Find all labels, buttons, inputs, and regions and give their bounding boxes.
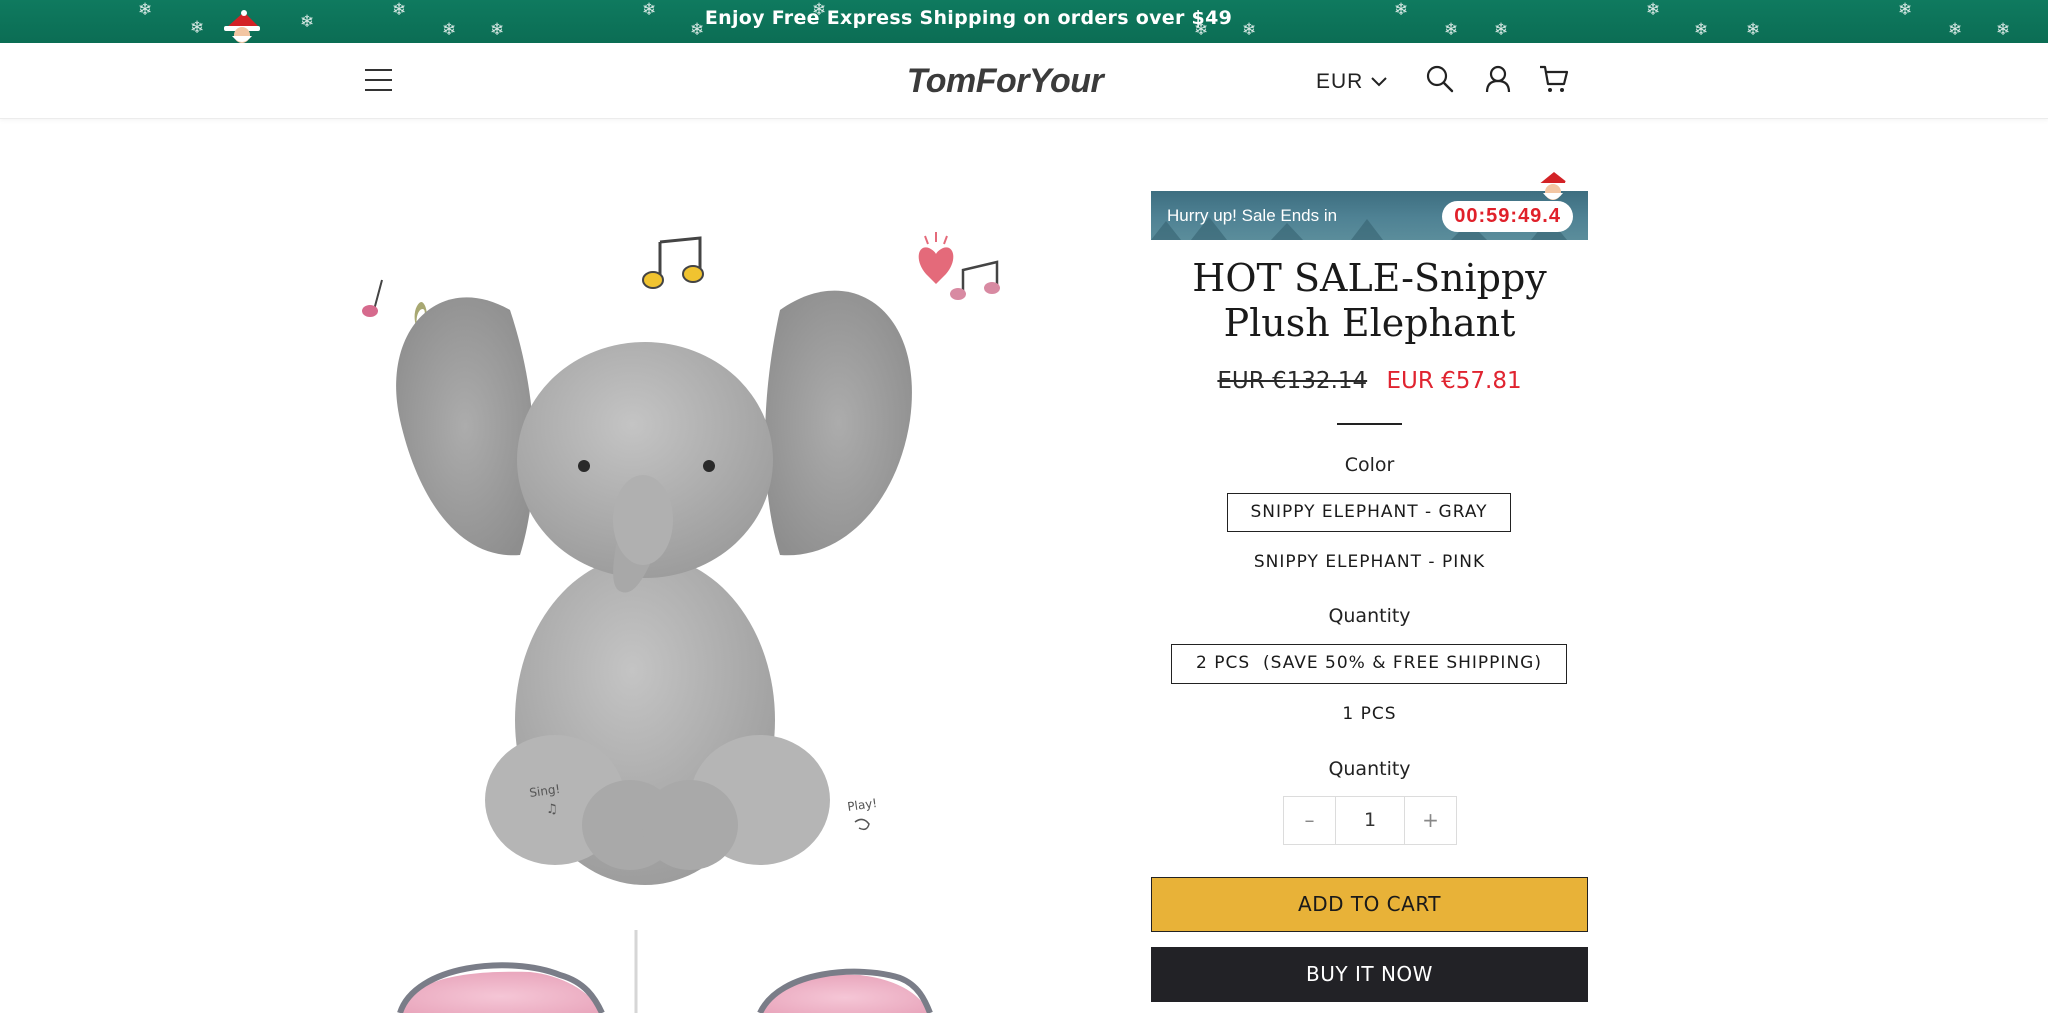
product-title: HOT SALE-Snippy Plush Elephant bbox=[1151, 256, 1588, 346]
countdown-label: Hurry up! Sale Ends in bbox=[1167, 206, 1338, 225]
sale-countdown-bar: Hurry up! Sale Ends in 00:59:49.4 bbox=[1151, 191, 1588, 240]
add-to-cart-button[interactable]: ADD TO CART bbox=[1151, 877, 1588, 932]
product-thumbnail-pink bbox=[397, 930, 933, 1015]
buy-it-now-button[interactable]: BUY IT NOW bbox=[1151, 947, 1588, 1002]
chevron-down-icon bbox=[1371, 77, 1388, 87]
price-row: EUR €132.14 EUR €57.81 bbox=[1151, 366, 1588, 396]
music-note-icon bbox=[950, 260, 1000, 300]
cart-icon[interactable] bbox=[1538, 63, 1570, 95]
quantity-input[interactable]: 1 bbox=[1335, 797, 1405, 844]
user-icon[interactable] bbox=[1482, 63, 1514, 95]
announcement-text: Enjoy Free Express Shipping on orders ov… bbox=[704, 7, 1233, 29]
product-gallery[interactable]: 𝄞 bbox=[340, 160, 1020, 1015]
music-note-icon bbox=[362, 279, 383, 317]
quantity-option-2pcs[interactable]: 2 PCS (SAVE 50% & FREE SHIPPING) bbox=[1171, 644, 1567, 684]
product-image: 𝄞 bbox=[362, 232, 1000, 1015]
store-logo[interactable]: TomForYour bbox=[880, 57, 1130, 105]
divider bbox=[1337, 423, 1402, 425]
color-option-pink[interactable]: SNIPPY ELEPHANT - PINK bbox=[1151, 550, 1588, 574]
elephant-plush: Sing! ♫ Play! bbox=[396, 290, 912, 885]
quantity-option-label: Quantity bbox=[1328, 605, 1411, 627]
quantity-stepper: – 1 + bbox=[1283, 796, 1457, 845]
paw-right-text: Play! bbox=[846, 796, 878, 814]
currency-selector[interactable]: EUR bbox=[1316, 67, 1388, 97]
currency-label: EUR bbox=[1316, 70, 1364, 93]
quantity-minus-button[interactable]: – bbox=[1284, 797, 1335, 844]
site-header: TomForYour EUR bbox=[0, 43, 2048, 119]
heart-icon bbox=[918, 232, 954, 284]
snowflake-icon: ❄ bbox=[1948, 20, 1963, 40]
menu-icon[interactable] bbox=[365, 67, 393, 93]
product-title-line-1: HOT SALE-Snippy bbox=[1192, 256, 1547, 300]
santa-icon bbox=[1537, 172, 1571, 200]
countdown-timer: 00:59:49.4 bbox=[1442, 201, 1573, 232]
music-note-icon bbox=[642, 236, 704, 289]
announcement-bar: ❄ ❄ ❄ ❄ ❄ ❄ ❄ ❄ ❄ ❄ ❄ ❄ ❄ ❄ ❄ ❄ ❄ ❄ ❄ ❄ … bbox=[0, 0, 2048, 43]
snowflake-icon: ❄ bbox=[1996, 20, 2011, 40]
product-title-line-2: Plush Elephant bbox=[1223, 301, 1516, 345]
quantity-plus-button[interactable]: + bbox=[1405, 797, 1456, 844]
color-option-gray[interactable]: SNIPPY ELEPHANT - GRAY bbox=[1227, 493, 1511, 532]
sale-price: EUR €57.81 bbox=[1386, 368, 1522, 394]
quantity-label: Quantity bbox=[1328, 758, 1411, 780]
original-price: EUR €132.14 bbox=[1217, 368, 1368, 394]
search-icon[interactable] bbox=[1424, 63, 1456, 95]
music-note-icon: ♫ bbox=[546, 802, 558, 817]
quantity-option-1pcs[interactable]: 1 PCS bbox=[1151, 702, 1588, 726]
color-label: Color bbox=[1344, 454, 1395, 476]
